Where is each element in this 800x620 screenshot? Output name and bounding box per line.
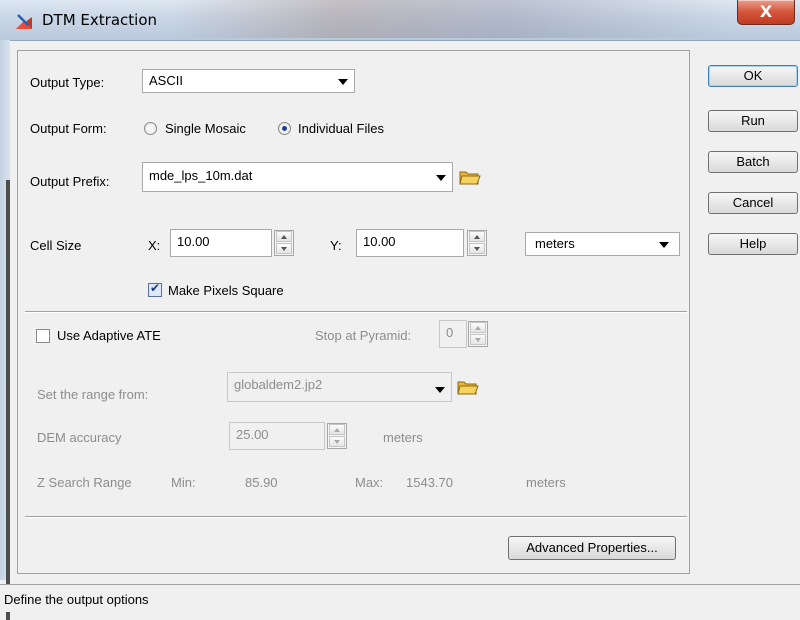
cell-units-value: meters <box>535 236 575 251</box>
dem-accuracy-spinner[interactable] <box>327 423 347 449</box>
status-bar: Define the output options <box>0 584 800 612</box>
output-prefix-label: Output Prefix: <box>30 174 110 189</box>
cell-y-value: 10.00 <box>363 234 396 249</box>
status-text: Define the output options <box>4 592 149 607</box>
radio-individual-files[interactable] <box>278 122 291 135</box>
stop-at-pyramid-input[interactable]: 0 <box>439 320 467 348</box>
ok-button[interactable]: OK <box>708 65 798 87</box>
output-prefix-combo[interactable]: mde_lps_10m.dat <box>142 162 453 192</box>
title-bar: DTM Extraction X <box>0 0 800 41</box>
section-divider <box>25 516 687 518</box>
output-form-label: Output Form: <box>30 121 107 136</box>
run-button[interactable]: Run <box>708 110 798 132</box>
output-type-select[interactable]: ASCII <box>142 69 355 93</box>
cell-y-label: Y: <box>330 238 342 253</box>
dem-accuracy-input[interactable]: 25.00 <box>229 422 325 450</box>
z-max-value: 1543.70 <box>406 475 453 490</box>
window-title: DTM Extraction <box>42 11 157 29</box>
cell-x-label: X: <box>148 238 161 253</box>
use-adaptive-ate-checkbox[interactable] <box>36 329 50 343</box>
cell-y-spinner[interactable] <box>467 230 487 256</box>
cell-units-select[interactable]: meters <box>525 232 680 256</box>
close-button[interactable]: X <box>737 0 795 25</box>
batch-button[interactable]: Batch <box>708 151 798 173</box>
section-divider <box>25 311 687 313</box>
range-from-combo[interactable]: globaldem2.jp2 <box>227 372 452 402</box>
dtm-app-icon <box>16 14 32 29</box>
output-prefix-value: mde_lps_10m.dat <box>149 168 253 183</box>
cell-x-input[interactable]: 10.00 <box>170 229 272 257</box>
output-type-label: Output Type: <box>30 75 105 90</box>
cancel-button[interactable]: Cancel <box>708 192 798 214</box>
chevron-down-icon <box>659 242 669 248</box>
open-folder-icon[interactable] <box>457 378 479 396</box>
output-type-value: ASCII <box>149 73 183 88</box>
cell-x-spinner[interactable] <box>274 230 294 256</box>
cell-size-label: Cell Size <box>30 238 82 253</box>
z-search-range-label: Z Search Range <box>37 475 132 490</box>
chevron-down-icon <box>338 79 348 85</box>
range-from-label: Set the range from: <box>37 387 149 402</box>
dem-accuracy-value: 25.00 <box>236 427 269 442</box>
individual-files-label: Individual Files <box>298 121 384 136</box>
stop-at-pyramid-value: 0 <box>446 325 454 340</box>
window-left-edge <box>0 40 10 620</box>
chevron-down-icon <box>435 387 445 393</box>
help-button[interactable]: Help <box>708 233 798 255</box>
z-max-label: Max: <box>355 475 384 490</box>
advanced-properties-button[interactable]: Advanced Properties... <box>508 536 676 560</box>
single-mosaic-label: Single Mosaic <box>165 121 246 136</box>
range-from-value: globaldem2.jp2 <box>234 377 323 392</box>
close-icon: X <box>759 2 773 21</box>
stop-at-pyramid-label: Stop at Pyramid: <box>315 328 412 343</box>
open-folder-icon[interactable] <box>459 168 481 186</box>
z-min-value: 85.90 <box>245 475 278 490</box>
stop-at-pyramid-spinner[interactable] <box>468 321 488 347</box>
z-min-label: Min: <box>171 475 196 490</box>
dem-accuracy-units: meters <box>383 430 423 445</box>
dem-accuracy-label: DEM accuracy <box>37 430 122 445</box>
cell-y-input[interactable]: 10.00 <box>356 229 464 257</box>
use-adaptive-ate-label: Use Adaptive ATE <box>57 328 161 343</box>
title-bar-background <box>170 0 730 38</box>
make-pixels-square-checkbox[interactable] <box>148 281 162 297</box>
z-range-units: meters <box>526 475 566 490</box>
make-pixels-square-label: Make Pixels Square <box>168 283 284 298</box>
cell-x-value: 10.00 <box>177 234 210 249</box>
chevron-down-icon <box>436 175 446 181</box>
radio-single-mosaic[interactable] <box>144 122 157 135</box>
